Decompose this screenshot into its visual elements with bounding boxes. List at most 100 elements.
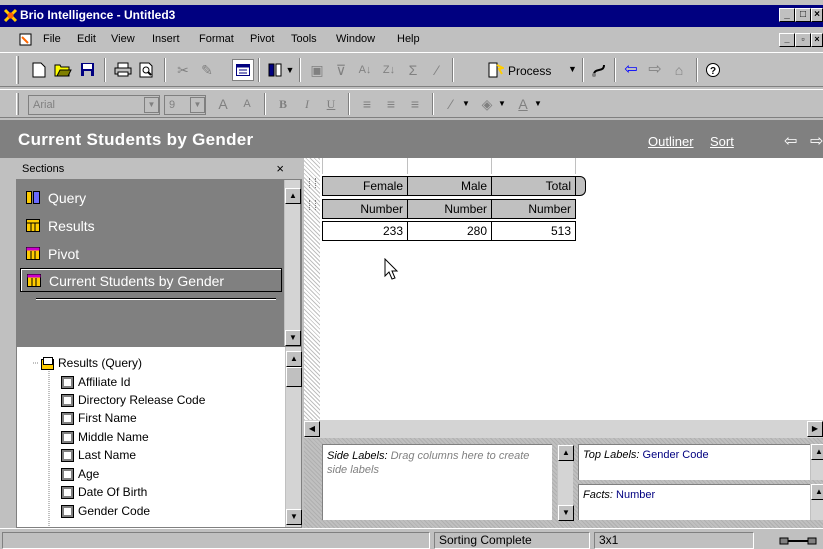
- tree-scrollbar[interactable]: ▲ ▼: [285, 347, 302, 527]
- text-color-icon[interactable]: A: [512, 93, 534, 115]
- scroll-up-icon[interactable]: ▲: [285, 188, 301, 204]
- pivot-header-tab[interactable]: [576, 176, 586, 196]
- chevron-down-icon[interactable]: ▼: [532, 93, 544, 115]
- line-color-icon[interactable]: ⁄: [440, 93, 462, 115]
- document-icon[interactable]: [18, 32, 33, 47]
- chevron-down-icon[interactable]: ▼: [496, 93, 508, 115]
- scroll-thumb[interactable]: [286, 367, 302, 387]
- menu-edit[interactable]: Edit: [77, 33, 96, 45]
- view-icon[interactable]: [232, 59, 254, 81]
- menu-pivot[interactable]: Pivot: [250, 33, 274, 45]
- side-labels-zone[interactable]: Side Labels: Drag columns here to create…: [322, 444, 574, 521]
- scroll-up-icon[interactable]: ▲: [286, 351, 302, 367]
- row-handle[interactable]: [309, 200, 316, 210]
- menu-format[interactable]: Format: [199, 33, 234, 45]
- top-labels-scrollbar[interactable]: ▲: [810, 444, 823, 480]
- scroll-up-icon[interactable]: ▲: [558, 445, 574, 461]
- pivot-value-cell[interactable]: 280: [407, 221, 492, 241]
- pivot-fact-label[interactable]: Number: [491, 199, 576, 219]
- process-button[interactable]: Process ▼: [488, 61, 578, 81]
- sort-descending-icon[interactable]: Z↓: [378, 59, 400, 81]
- save-icon[interactable]: [76, 59, 98, 81]
- menu-view[interactable]: View: [111, 33, 135, 45]
- open-icon[interactable]: [52, 59, 74, 81]
- chevron-down-icon[interactable]: ▼: [568, 64, 577, 74]
- scroll-left-icon[interactable]: ◀: [304, 421, 320, 437]
- insert-icon[interactable]: [264, 59, 286, 81]
- sum-icon[interactable]: Σ: [402, 59, 424, 81]
- font-size-select[interactable]: 9 ▼: [164, 95, 206, 115]
- home-icon[interactable]: ⌂: [668, 59, 690, 81]
- increase-font-icon[interactable]: A: [212, 93, 234, 115]
- section-item-results[interactable]: Results: [20, 214, 282, 238]
- pivot-top-label[interactable]: Male: [407, 176, 492, 196]
- side-labels-scrollbar[interactable]: ▲ ▼: [557, 445, 574, 521]
- close-icon[interactable]: ×: [276, 161, 284, 176]
- section-item-current-students-by-gender[interactable]: Current Students by Gender: [20, 268, 282, 292]
- pen-icon[interactable]: ⁄: [426, 59, 448, 81]
- mdi-close-button[interactable]: ×: [811, 33, 823, 47]
- align-right-icon[interactable]: ≡: [404, 93, 426, 115]
- section-item-query[interactable]: Query: [20, 186, 282, 210]
- top-labels-value[interactable]: Gender Code: [643, 449, 709, 461]
- forward-arrow-icon[interactable]: ⇨: [810, 131, 823, 151]
- menu-insert[interactable]: Insert: [152, 33, 180, 45]
- scroll-down-icon[interactable]: ▼: [558, 505, 574, 521]
- back-icon[interactable]: ⇦: [620, 59, 642, 81]
- chevron-down-icon[interactable]: ▼: [284, 59, 296, 81]
- decrease-font-icon[interactable]: A: [236, 93, 258, 115]
- print-icon[interactable]: [112, 59, 134, 81]
- align-center-icon[interactable]: ≡: [380, 93, 402, 115]
- scroll-down-icon[interactable]: ▼: [286, 509, 302, 525]
- align-left-icon[interactable]: ≡: [356, 93, 378, 115]
- add-computed-icon[interactable]: ▣: [306, 59, 328, 81]
- menu-tools[interactable]: Tools: [291, 33, 317, 45]
- mdi-minimize-button[interactable]: _: [779, 33, 795, 47]
- menu-help[interactable]: Help: [397, 33, 420, 45]
- help-icon[interactable]: ?: [702, 59, 724, 81]
- pivot-fact-label[interactable]: Number: [407, 199, 492, 219]
- back-arrow-icon[interactable]: ⇦: [784, 131, 797, 151]
- row-handle[interactable]: [309, 178, 316, 188]
- scroll-up-icon[interactable]: ▲: [811, 484, 823, 500]
- toolbar-grip[interactable]: [16, 56, 19, 84]
- menu-file[interactable]: File: [43, 33, 61, 45]
- new-icon[interactable]: [28, 59, 50, 81]
- chevron-down-icon[interactable]: ▼: [460, 93, 472, 115]
- forward-icon[interactable]: ⇨: [644, 59, 666, 81]
- scroll-down-icon[interactable]: ▼: [285, 330, 301, 346]
- bold-icon[interactable]: B: [272, 93, 294, 115]
- connect-icon[interactable]: [588, 59, 610, 81]
- pivot-top-label[interactable]: Female: [322, 176, 408, 196]
- chevron-down-icon[interactable]: ▼: [144, 97, 159, 113]
- outliner-link[interactable]: Outliner: [648, 134, 694, 149]
- close-button[interactable]: ×: [811, 8, 823, 22]
- pivot-top-label[interactable]: Total: [491, 176, 576, 196]
- pivot-fact-label[interactable]: Number: [322, 199, 408, 219]
- mdi-restore-button[interactable]: ▫: [795, 33, 811, 47]
- italic-icon[interactable]: I: [296, 93, 318, 115]
- font-name-select[interactable]: Arial ▼: [28, 95, 160, 115]
- top-labels-zone[interactable]: Top Labels: Gender Code: [578, 444, 810, 480]
- section-item-pivot[interactable]: Pivot: [20, 242, 282, 266]
- facts-scrollbar[interactable]: ▲: [810, 484, 823, 520]
- scroll-up-icon[interactable]: ▲: [811, 444, 823, 460]
- filter-icon[interactable]: ⊽: [330, 59, 352, 81]
- scroll-right-icon[interactable]: ▶: [807, 421, 823, 437]
- pivot-value-cell[interactable]: 513: [491, 221, 576, 241]
- sort-ascending-icon[interactable]: A↓: [354, 59, 376, 81]
- sections-scrollbar[interactable]: ▲ ▼: [284, 180, 301, 346]
- sort-link[interactable]: Sort: [710, 134, 734, 149]
- minimize-button[interactable]: _: [779, 8, 795, 22]
- print-preview-icon[interactable]: [136, 59, 158, 81]
- toolbar-grip[interactable]: [16, 93, 19, 115]
- facts-value[interactable]: Number: [616, 489, 655, 501]
- copy-icon[interactable]: ✎: [196, 59, 218, 81]
- chevron-down-icon[interactable]: ▼: [190, 97, 205, 113]
- fill-color-icon[interactable]: ◈: [476, 93, 498, 115]
- cut-icon[interactable]: ✂: [172, 59, 194, 81]
- underline-icon[interactable]: U: [320, 93, 342, 115]
- menu-window[interactable]: Window: [336, 33, 375, 45]
- facts-zone[interactable]: Facts: Number: [578, 484, 810, 520]
- pivot-value-cell[interactable]: 233: [322, 221, 408, 241]
